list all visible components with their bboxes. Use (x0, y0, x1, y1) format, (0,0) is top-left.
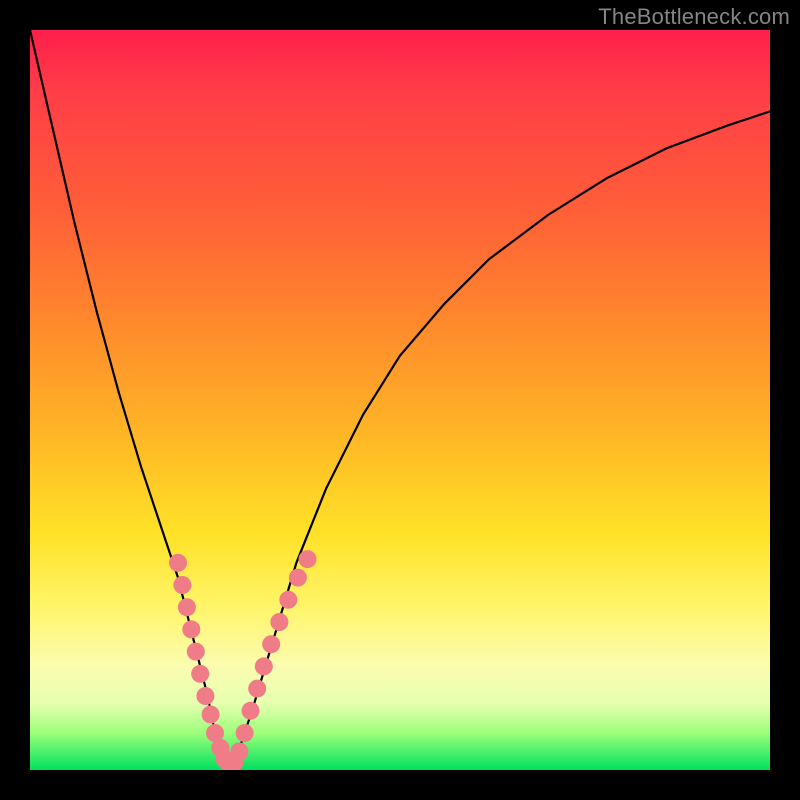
chart-frame: TheBottleneck.com (0, 0, 800, 800)
plot-area (30, 30, 770, 770)
gradient-background (30, 30, 770, 770)
watermark-text: TheBottleneck.com (598, 4, 790, 30)
